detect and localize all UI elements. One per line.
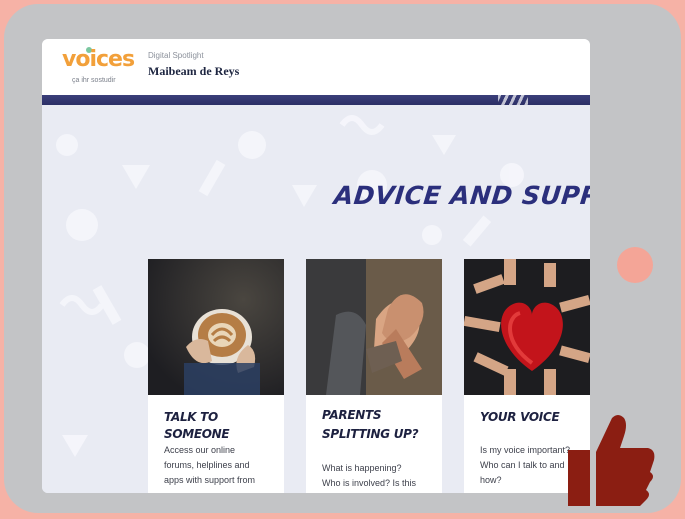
card-parents-splitting-up[interactable]: PARENTS SPLITTING UP? What is happening?… — [306, 259, 442, 493]
card-title-line: PARENTS — [322, 408, 382, 422]
card-title: TALK TO SOMEONE — [164, 410, 230, 441]
site-title: Maibeam de Reys — [148, 64, 240, 78]
header-stripes — [498, 95, 528, 105]
tablet-camera-icon — [617, 247, 653, 283]
latte-cup-image — [148, 259, 284, 395]
site-header: voices ça ihr sostudir Digital Spotlight… — [42, 39, 590, 95]
voices-logo[interactable]: voices ça ihr sostudir — [62, 47, 135, 91]
card-text-line: apps with support from — [164, 475, 256, 485]
card-text-line: What is happening? — [322, 463, 402, 473]
tablet-screen: voices ça ihr sostudir Digital Spotlight… — [42, 39, 590, 493]
hands-red-heart-image — [464, 259, 590, 395]
card-text-line: forums, helplines and — [164, 460, 250, 470]
thumbs-up-icon[interactable] — [566, 412, 656, 508]
page-heading: ADVICE AND SUPPORT — [332, 181, 590, 210]
card-text-line: Who is involved? Is this — [322, 478, 417, 488]
site-subtitle: Digital Spotlight — [148, 51, 204, 60]
header-divider — [42, 95, 590, 105]
card-text-line: Access our online — [164, 445, 236, 455]
card-title-line: SPLITTING UP? — [322, 427, 419, 441]
logo-text: voices — [62, 47, 135, 72]
card-talk-to-someone[interactable]: TALK TO SOMEONE Access our online forums… — [148, 259, 284, 493]
logo-subtitle: ça ihr sostudir — [72, 77, 116, 84]
holding-hands-image — [306, 259, 442, 395]
